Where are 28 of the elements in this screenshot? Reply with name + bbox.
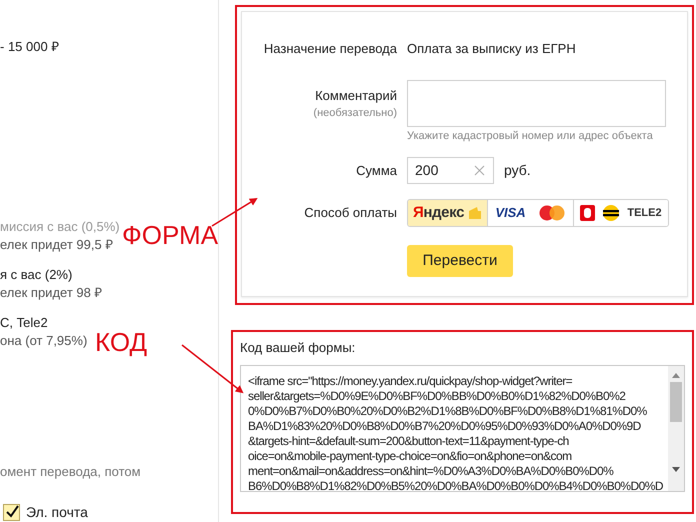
sum-field[interactable]: 200 (407, 157, 494, 184)
footnote-text: омент перевода, потом (0, 463, 141, 481)
code-text: <iframe src="https://money.yandex.ru/quickpay/shop-widget?writer= seller&targets=%D0%9E%D0%BF%D0%BB%D0%B0%D1%82%D0%B0%2 0%D0%B7%D0%B0%20%D0%B2%D1%8B%D0%BF%D0%B8%D1%81%D0% BA%D1%83%20%D0%B8%D0%B7%20%D0%95%D0%93%D0%A0%D0%9D &targets-hint=&default-sum=200&button-text=11&payment-type-ch oice=on&mobile-payment-type-choice=on&fio=on&phone=on&com ment=on&mail=on&address=on&hint=%D0%A3%D0%BA%D0%B0%D0% B6%D0%B8%D1%82%D0%B5%20%D0%BA%D0%B0%D0%B4%D0%B0%D0%D (247, 372, 664, 490)
option-title: миссия с вас (0,5%) (0, 218, 120, 236)
price-range: - 15 000 ₽ (0, 38, 60, 56)
annotation-label: ФОРМА (122, 221, 218, 249)
payment-method-tab[interactable]: TELE2 (573, 200, 668, 226)
field-label: Сумма (355, 162, 397, 180)
operator-label: TELE2 (627, 206, 662, 221)
annotation-label: КОД (95, 328, 148, 356)
field-label: Назначение перевода (262, 40, 397, 58)
field-label: Способ оплаты (303, 204, 397, 222)
option-note: елек придет 99,5 ₽ (0, 236, 114, 254)
card-label: VISA (495, 204, 526, 222)
option-note: елек придет 98 ₽ (0, 284, 102, 302)
transfer-button[interactable]: Перевести (407, 245, 513, 277)
purpose-value: Оплата за выписку из ЕГРН (407, 40, 576, 58)
payment-method-tab[interactable]: Яндекс (408, 200, 487, 226)
optional-note: (необязательно) (313, 106, 397, 121)
option-title: С, Tele2 (0, 314, 48, 332)
code-title: Код вашей формы: (240, 339, 356, 357)
field-label: Комментарий (315, 86, 397, 105)
wallet-label: Яндекс (412, 202, 464, 223)
option-title: я с вас (2%) (0, 266, 72, 284)
currency-label: руб. (504, 161, 531, 180)
checkbox-label: Эл. почта (26, 503, 88, 521)
field-hint: Укажите кадастровый номер или адрес объекта (407, 128, 654, 144)
option-note: она (от 7,95%) (0, 332, 88, 350)
